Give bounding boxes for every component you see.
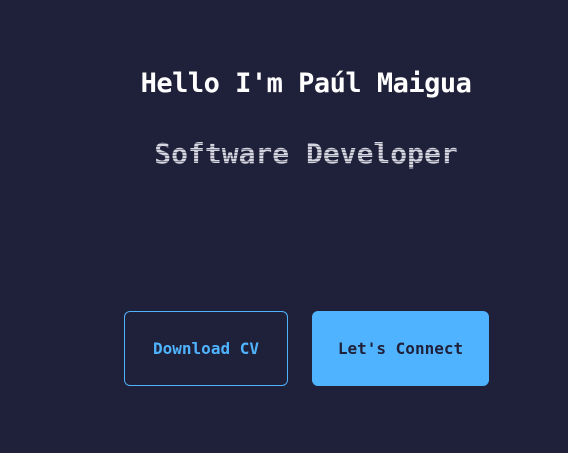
download-cv-button[interactable]: Download CV (124, 311, 288, 386)
download-cv-label: Download CV (153, 339, 259, 358)
lets-connect-label: Let's Connect (337, 339, 464, 358)
hero-section: Hello I'm Paúl Maigua Software Developer… (0, 0, 568, 453)
lets-connect-button[interactable]: Let's Connect (312, 311, 489, 386)
hero-subtitle: Software Developer (0, 135, 568, 173)
hero-title: Hello I'm Paúl Maigua (140, 68, 472, 99)
